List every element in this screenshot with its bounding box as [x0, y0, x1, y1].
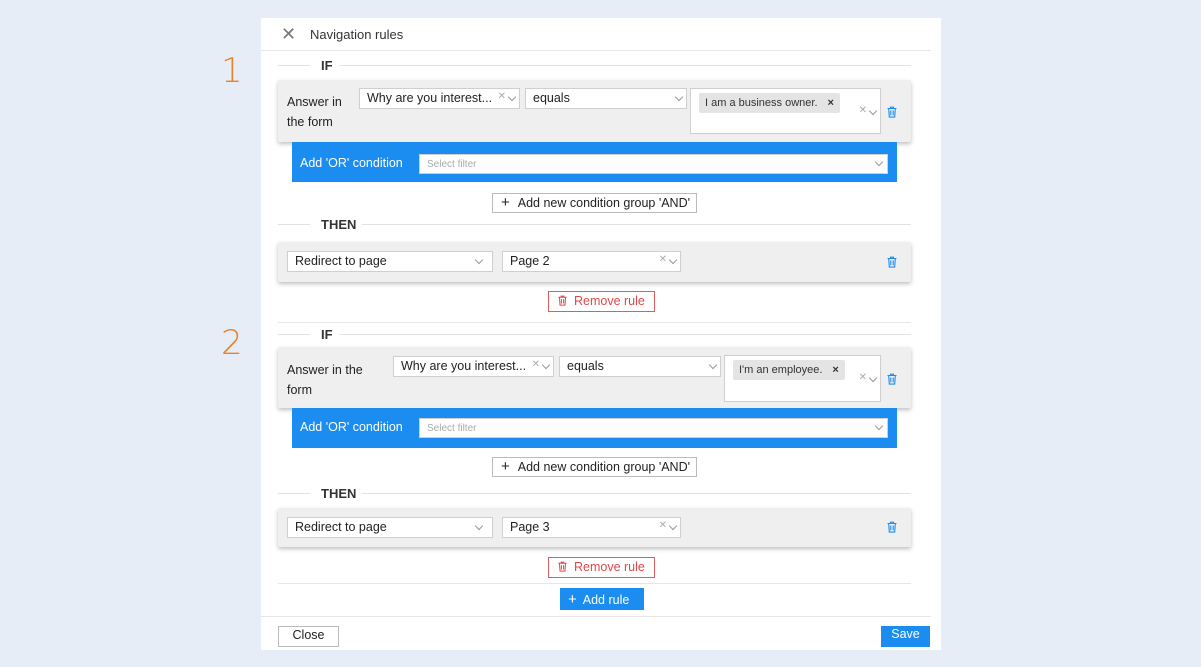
chevron-down-icon [674, 92, 684, 102]
remove-tag-icon[interactable]: × [832, 364, 838, 376]
dialog-header: ✕ Navigation rules [261, 18, 931, 51]
target-page-select[interactable]: Page 3 ✕ [502, 517, 681, 538]
close-button[interactable]: Close [278, 626, 339, 647]
rule-divider [278, 583, 911, 584]
clear-icon[interactable]: ✕ [498, 91, 506, 102]
save-button[interactable]: Save [881, 626, 930, 647]
dialog-footer-divider [261, 616, 931, 617]
operator-select[interactable]: equals [525, 88, 687, 109]
add-rule-button[interactable]: + Add rule [560, 588, 644, 610]
or-condition-label: Add 'OR' condition [300, 420, 403, 434]
then-label: THEN [315, 217, 363, 232]
action-select[interactable]: Redirect to page [287, 517, 493, 538]
chevron-down-icon [668, 521, 678, 531]
chevron-down-icon [668, 255, 678, 265]
question-select[interactable]: Why are you interest... ✕ [359, 88, 520, 109]
answer-tag: I'm an employee. × [733, 360, 845, 380]
action-card: Redirect to page Page 3 ✕ [278, 508, 911, 547]
clear-icon[interactable]: ✕ [659, 254, 667, 265]
dialog-title: Navigation rules [310, 27, 404, 42]
if-label: IF [315, 327, 339, 342]
clear-icon[interactable]: ✕ [659, 520, 667, 531]
clear-icon[interactable]: ✕ [532, 359, 540, 370]
trash-icon[interactable] [886, 106, 898, 118]
navigation-rules-dialog: ✕ Navigation rules IF Answer in the form… [261, 18, 941, 650]
action-card: Redirect to page Page 2 ✕ [278, 242, 911, 282]
trash-icon [558, 295, 567, 306]
plus-icon: + [501, 458, 510, 475]
rule-number-1: 1 [221, 51, 243, 91]
or-condition-label: Add 'OR' condition [300, 156, 403, 170]
or-filter-select[interactable]: Select filter [419, 418, 888, 438]
condition-card: Answer in the form Why are you interest.… [278, 347, 911, 408]
chevron-down-icon [874, 421, 884, 431]
then-section-header: THEN [278, 217, 911, 232]
condition-type-label: Answer in the form [287, 95, 342, 129]
chevron-down-icon [507, 92, 517, 102]
question-select[interactable]: Why are you interest... ✕ [393, 356, 554, 377]
condition-card: Answer in the form Why are you interest.… [278, 80, 911, 142]
target-page-select[interactable]: Page 2 ✕ [502, 251, 681, 272]
action-select[interactable]: Redirect to page [287, 251, 493, 272]
close-icon[interactable]: ✕ [281, 24, 296, 44]
rule-divider [278, 322, 911, 323]
rule-number-2: 2 [221, 323, 243, 363]
remove-rule-button[interactable]: Remove rule [548, 291, 655, 312]
plus-icon: + [501, 194, 510, 211]
clear-icon[interactable]: ✕ [859, 372, 867, 383]
chevron-down-icon [868, 106, 878, 116]
remove-rule-button[interactable]: Remove rule [548, 557, 655, 578]
answer-tag: I am a business owner. × [699, 93, 840, 113]
if-section-header: IF [278, 58, 911, 73]
add-and-group-button[interactable]: + Add new condition group 'AND' [492, 193, 698, 213]
chevron-down-icon [708, 360, 718, 370]
add-and-group-button[interactable]: + Add new condition group 'AND' [492, 457, 698, 477]
if-label: IF [315, 58, 339, 73]
trash-icon[interactable] [886, 373, 898, 385]
or-condition-bar: Add 'OR' condition Select filter [292, 408, 897, 448]
then-section-header: THEN [278, 486, 911, 501]
answer-multiselect[interactable]: I am a business owner. × ✕ [690, 88, 881, 134]
or-filter-select[interactable]: Select filter [419, 154, 888, 174]
remove-tag-icon[interactable]: × [828, 97, 834, 109]
clear-icon[interactable]: ✕ [859, 105, 867, 116]
chevron-down-icon [868, 373, 878, 383]
answer-multiselect[interactable]: I'm an employee. × ✕ [724, 355, 881, 402]
trash-icon[interactable] [886, 521, 898, 533]
chevron-down-icon [541, 360, 551, 370]
chevron-down-icon [474, 521, 484, 531]
plus-icon: + [568, 591, 577, 608]
chevron-down-icon [874, 157, 884, 167]
trash-icon [558, 561, 567, 572]
if-section-header: IF [278, 327, 911, 342]
condition-type-label: Answer in the form [287, 363, 363, 397]
then-label: THEN [315, 486, 363, 501]
or-condition-bar: Add 'OR' condition Select filter [292, 142, 897, 182]
trash-icon[interactable] [886, 256, 898, 268]
operator-select[interactable]: equals [559, 356, 721, 377]
chevron-down-icon [474, 255, 484, 265]
